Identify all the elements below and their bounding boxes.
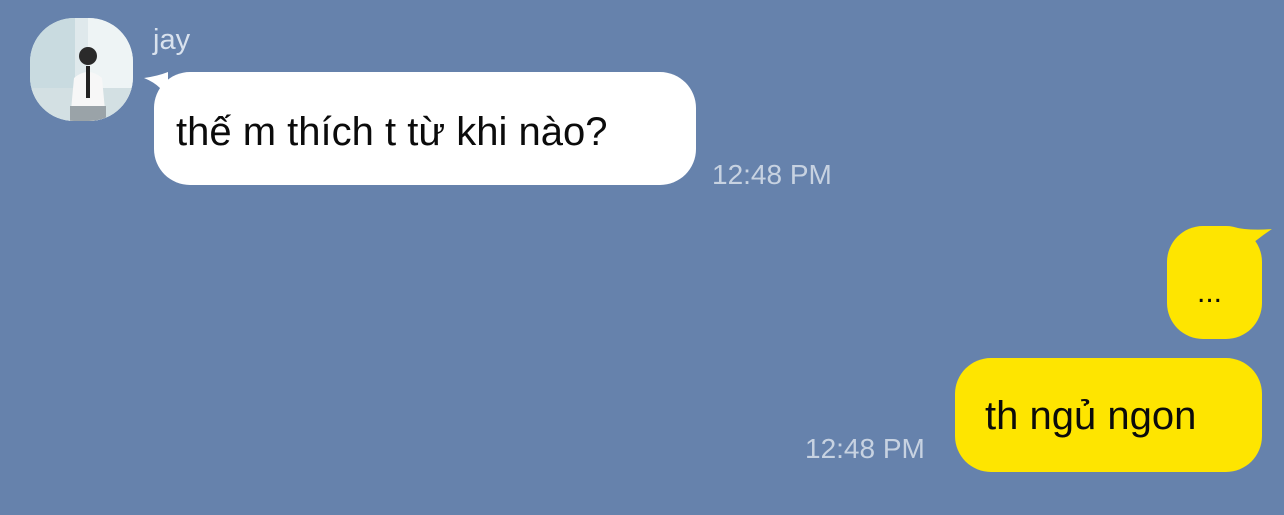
contact-name: jay [153,24,191,56]
message-text: th ngủ ngon [985,394,1197,438]
incoming-message-bubble[interactable]: thế m thích t từ khi nào? [154,72,696,185]
outgoing-message-bubble[interactable]: th ngủ ngon [955,358,1262,472]
avatar-image [30,18,133,121]
message-text: ... [1197,276,1223,309]
message-timestamp: 12:48 PM [805,433,925,464]
message-text: thế m thích t từ khi nào? [176,110,608,154]
message-timestamp: 12:48 PM [712,159,832,190]
contact-avatar[interactable] [30,18,133,121]
outgoing-message-bubble[interactable]: ... [1167,226,1262,339]
chat-area: jay thế m thích t từ khi nào? 12:48 PM .… [0,0,1284,515]
